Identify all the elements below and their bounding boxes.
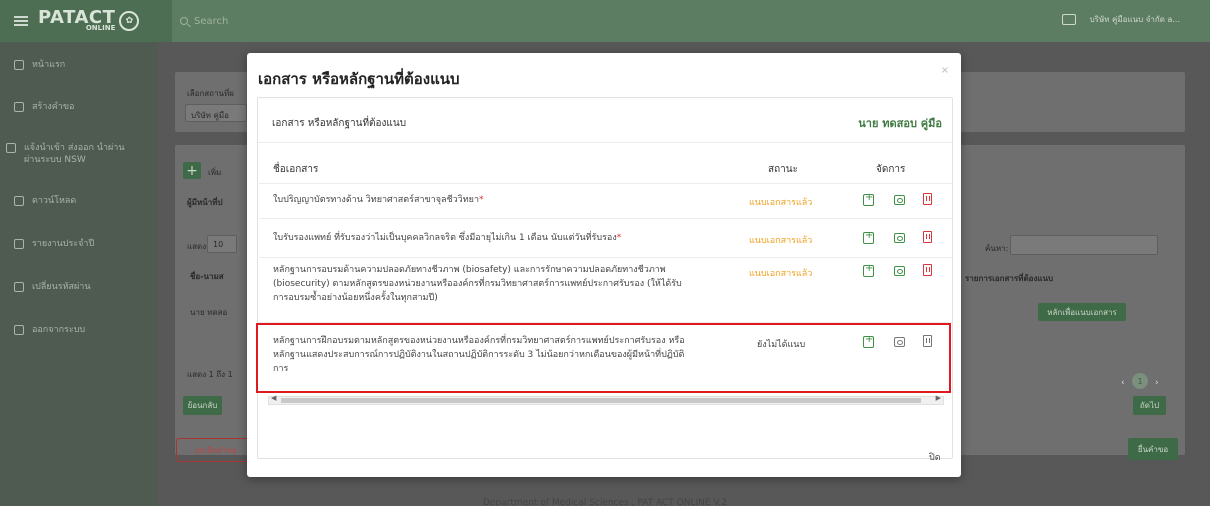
next-page-icon[interactable]: ›	[1155, 378, 1159, 388]
delete-icon[interactable]	[923, 231, 932, 243]
horizontal-scrollbar[interactable]: ◀ ▶	[268, 394, 944, 405]
page-1-button[interactable]: 1	[1132, 373, 1148, 389]
sidebar-item-label: รายงานประจำปี	[32, 239, 95, 249]
header-divider	[259, 183, 952, 184]
delete-icon[interactable]	[923, 264, 932, 276]
view-icon[interactable]	[894, 233, 905, 243]
brand-area: PATACT ONLINE ✿	[0, 0, 172, 42]
required-mark: *	[479, 195, 484, 205]
search-input[interactable]: Search	[180, 16, 228, 27]
col-status: สถานะ	[768, 164, 798, 175]
search-label: ค้นหา:	[985, 244, 1009, 253]
col-docs-header-text: รายการเอกสารที่ต้องแนบ	[965, 274, 1054, 283]
back-button[interactable]: ย้อนกลับ	[183, 396, 222, 415]
select-location-label: เลือกสถานที่ผ	[187, 89, 234, 98]
row-divider	[259, 257, 952, 258]
scroll-right-icon[interactable]: ▶	[936, 394, 941, 402]
sidebar: หน้าแรก สร้างคำขอ แจ้งนำเข้า ส่งออก นำผ่…	[0, 42, 157, 506]
submit-request-button[interactable]: ยื่นคำขอ	[1128, 438, 1178, 460]
panel-title: เอกสาร หรือหลักฐานที่ต้องแนบ	[272, 118, 407, 129]
document-name-1-line-1: ใบปริญญาบัตรทางด้าน วิทยาศาสตร์สาขาจุลชี…	[273, 195, 479, 205]
logo[interactable]: PATACT ONLINE ✿	[38, 9, 140, 32]
user-name[interactable]: บริษัท คู่มือแนบ จำกัด a...	[1090, 13, 1180, 26]
sidebar-item-label: สร้างคำขอ	[32, 102, 75, 112]
company-select[interactable]: บริษัท คู่มือ	[185, 104, 247, 122]
sidebar-item-label: แจ้งนำเข้า ส่งออก นำผ่าน ผ่านระบบ NSW	[24, 143, 125, 165]
document-name-3-line-2: (biosecurity) ตามหลักสูตรของหน่วยงานหรือ…	[273, 279, 682, 289]
document-name-3-line-3: การอบรมซ้ำอย่างน้อยหนึ่งครั้งในทุกสามปี)	[273, 293, 438, 303]
sidebar-item-label: ดาวน์โหลด	[32, 196, 77, 206]
add-button[interactable]: +	[183, 162, 201, 179]
delete-icon[interactable]	[923, 193, 932, 205]
search-placeholder: Search	[194, 15, 229, 27]
edit-profile-icon[interactable]	[1061, 14, 1076, 25]
close-icon[interactable]: ×	[941, 65, 949, 76]
top-navbar: PATACT ONLINE ✿ Search บริษัท คู่มือแนบ …	[0, 0, 1210, 42]
cancel-request-button[interactable]: ยกเลิกคำขอ	[176, 438, 256, 462]
document-name-2: ใบรับรองแพทย์ ที่รับรองว่าไม่เป็นบุคคลวิ…	[273, 231, 621, 245]
sidebar-item-home[interactable]: หน้าแรก	[14, 59, 65, 71]
highlight-box	[256, 323, 951, 393]
user-menu[interactable]: บริษัท คู่มือแนบ จำกัด a...	[1061, 13, 1180, 26]
view-icon[interactable]	[894, 195, 905, 205]
sidebar-item-create-request[interactable]: สร้างคำขอ	[14, 101, 74, 113]
next-button[interactable]: ถัดไป	[1133, 396, 1166, 415]
row-name-cell: นาย ทดสอ	[190, 308, 228, 317]
attach-docs-button[interactable]: หลักเพื่อแนบเอกสาร	[1038, 303, 1126, 321]
col-manage: จัดการ	[876, 164, 906, 175]
document-name-3: หลักฐานการอบรมด้านความปลอดภัยทางชีวภาพ (…	[273, 263, 682, 305]
home-icon	[14, 60, 24, 70]
showing-info: แสดง 1 ถึง 1	[187, 370, 233, 379]
document-name-2-line-1: ใบรับรองแพทย์ ที่รับรองว่าไม่เป็นบุคคลวิ…	[273, 233, 617, 243]
page-length-select[interactable]: 10	[207, 235, 237, 253]
page-length-value: 10	[213, 240, 224, 249]
sidebar-item-nsw[interactable]: แจ้งนำเข้า ส่งออก นำผ่าน ผ่านระบบ NSW	[6, 142, 126, 166]
sidebar-item-download[interactable]: ดาวน์โหลด	[14, 195, 76, 207]
panel-header: เอกสาร หรือหลักฐานที่ต้องแนบ นาย ทดสอบ ค…	[258, 98, 952, 143]
document-name-3-line-1: หลักฐานการอบรมด้านความปลอดภัยทางชีวภาพ (…	[273, 265, 666, 275]
table-search-input[interactable]	[1010, 235, 1158, 255]
scroll-left-icon[interactable]: ◀	[271, 394, 276, 402]
document-name-1: ใบปริญญาบัตรทางด้าน วิทยาศาสตร์สาขาจุลชี…	[273, 193, 484, 207]
cogs-icon	[14, 282, 24, 292]
status-badge-3: แนบเอกสารแล้ว	[749, 269, 813, 279]
close-button[interactable]: ปิด	[929, 450, 941, 464]
sidebar-item-label: หน้าแรก	[32, 60, 66, 70]
download-icon	[14, 196, 24, 206]
col-docs-header: รายการเอกสารที่ต้องแนบ	[965, 272, 1053, 285]
modal-title: เอกสาร หรือหลักฐานที่ต้องแนบ	[258, 70, 460, 88]
upload-icon[interactable]	[863, 263, 874, 277]
prev-page-icon[interactable]: ‹	[1121, 378, 1125, 388]
sidebar-item-label: ออกจากระบบ	[32, 325, 86, 335]
scrollbar-thumb[interactable]	[281, 398, 921, 403]
pencil-icon	[14, 102, 24, 112]
col-name-header: ชื่อ-นามส	[190, 272, 224, 281]
upload-icon[interactable]	[863, 230, 874, 244]
sidebar-item-annual-report[interactable]: รายงานประจำปี	[14, 238, 94, 250]
show-label: แสดง	[187, 242, 207, 251]
responsible-header: ผู้มีหน้าที่ป	[187, 198, 223, 207]
sidebar-item-change-password[interactable]: เปลี่ยนรหัสผ่าน	[14, 281, 90, 293]
sidebar-item-logout[interactable]: ออกจากระบบ	[14, 324, 85, 336]
seal-icon: ✿	[119, 11, 140, 31]
person-name: นาย ทดสอบ คู่มือ	[858, 117, 942, 130]
footer: Department of Medical Sciences , PAT ACT…	[483, 498, 728, 506]
row-divider	[259, 218, 952, 219]
company-value: บริษัท คู่มือ	[191, 111, 229, 120]
file-icon	[14, 239, 24, 249]
sidebar-item-label: เปลี่ยนรหัสผ่าน	[32, 282, 91, 292]
plane-icon	[6, 143, 16, 153]
required-mark: *	[616, 233, 622, 243]
search-icon	[180, 17, 188, 25]
status-badge-1: แนบเอกสารแล้ว	[749, 198, 813, 208]
logout-icon	[14, 325, 24, 335]
add-label: เพิ่ม	[208, 168, 222, 177]
status-badge-2: แนบเอกสารแล้ว	[749, 236, 813, 246]
menu-icon[interactable]	[14, 16, 28, 26]
upload-icon[interactable]	[863, 192, 874, 206]
view-icon[interactable]	[894, 266, 905, 276]
col-document-name: ชื่อเอกสาร	[273, 164, 319, 175]
